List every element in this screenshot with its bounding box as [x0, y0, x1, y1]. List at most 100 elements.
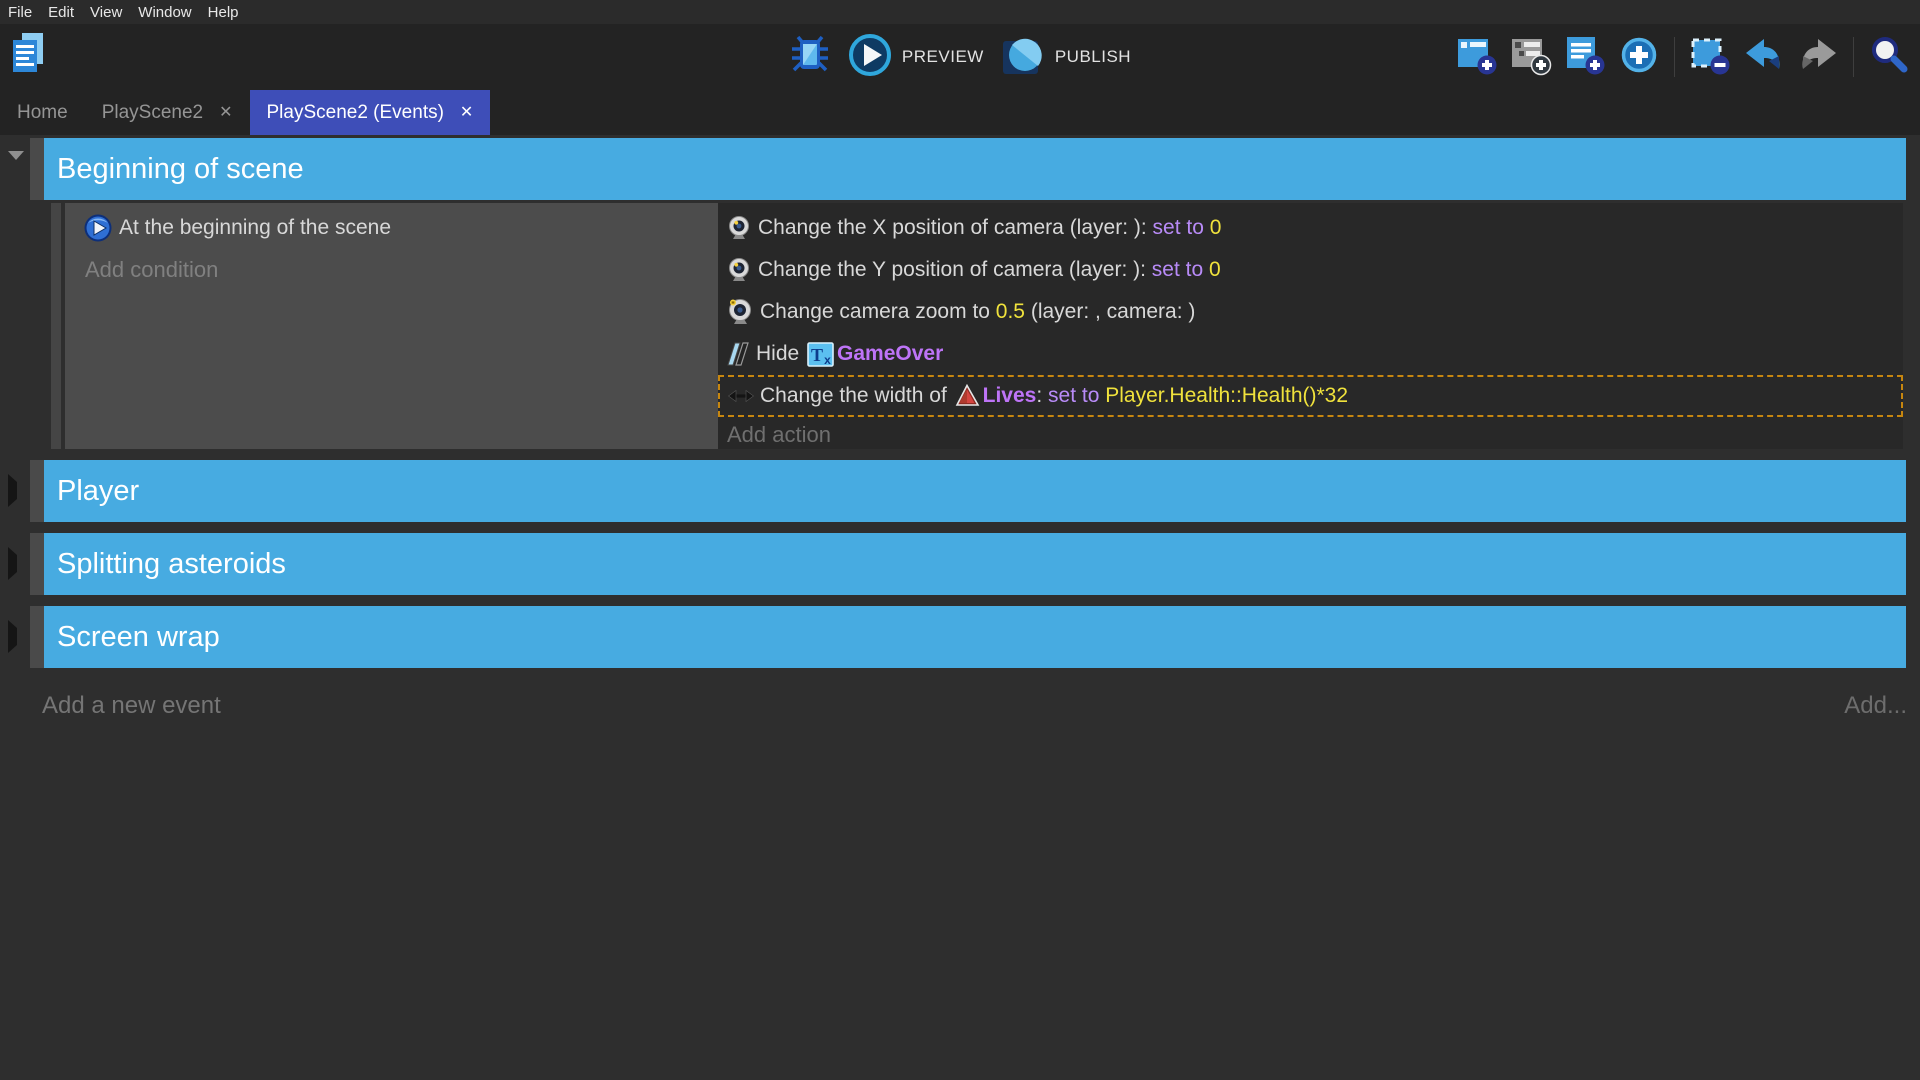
- add-condition-button[interactable]: Add condition: [65, 249, 718, 291]
- group-header-screen-wrap[interactable]: Screen wrap: [44, 606, 1906, 668]
- group-header-splitting-asteroids[interactable]: Splitting asteroids: [44, 533, 1906, 595]
- conditions-column: At the beginning of the scene Add conditi…: [65, 203, 718, 449]
- collapse-triangle: [8, 151, 24, 177]
- add-action-button[interactable]: Add action: [718, 417, 1903, 453]
- event-group-beginning-of-scene: Beginning of scene: [0, 138, 1920, 200]
- group-drag-handle[interactable]: [30, 460, 44, 522]
- event-group-splitting-asteroids: Splitting asteroids: [0, 533, 1920, 595]
- add-comment-button[interactable]: [1564, 36, 1606, 78]
- menu-item-view[interactable]: View: [90, 4, 122, 21]
- text-segment: Change the Y position of camera (layer: …: [758, 258, 1152, 282]
- width-icon: [728, 383, 754, 409]
- undo-icon: [1742, 34, 1786, 81]
- text-segment: Lives: [983, 384, 1037, 408]
- add-new-event-button[interactable]: Add a new event: [42, 692, 221, 720]
- tab-playscene2[interactable]: PlayScene2 ✕: [85, 90, 250, 135]
- action-row[interactable]: Change the X position of camera (layer: …: [718, 207, 1903, 249]
- group-title: Splitting asteroids: [57, 548, 286, 581]
- text-segment: Change camera zoom to: [760, 300, 996, 324]
- text-segment: set to: [1048, 384, 1099, 408]
- svg-text:x: x: [824, 353, 831, 367]
- text-segment: 0: [1203, 258, 1221, 282]
- group-drag-handle[interactable]: [30, 533, 44, 595]
- search-icon: [1868, 34, 1910, 81]
- menu-item-edit[interactable]: Edit: [48, 4, 74, 21]
- chevron-right-icon[interactable]: [8, 628, 17, 646]
- toolbar-separator: [1853, 37, 1854, 77]
- add-event-row: Add a new event Add...: [0, 686, 1920, 726]
- group-header-beginning-of-scene[interactable]: Beginning of scene: [44, 138, 1906, 200]
- delete-selection-button[interactable]: [1689, 36, 1731, 78]
- menu-item-file[interactable]: File: [8, 4, 32, 21]
- debugger-icon: [788, 32, 832, 83]
- redo-icon: [1796, 34, 1840, 81]
- chevron-right-icon[interactable]: [8, 482, 17, 500]
- tab-playscene2-events-[interactable]: PlayScene2 (Events) ✕: [250, 90, 491, 135]
- search-button[interactable]: [1868, 36, 1910, 78]
- tab-close-icon[interactable]: ✕: [460, 105, 473, 121]
- events-toolbar: [1456, 24, 1910, 90]
- text-segment: :: [1036, 384, 1048, 408]
- add-sub-event-icon: [1510, 34, 1552, 81]
- debugger-button[interactable]: [789, 36, 831, 78]
- add-event-icon: [1456, 34, 1498, 81]
- undo-button[interactable]: [1743, 36, 1785, 78]
- chevron-down-icon[interactable]: [8, 160, 24, 178]
- tab-label: Home: [17, 102, 68, 124]
- group-drag-handle[interactable]: [30, 606, 44, 668]
- group-header-player[interactable]: Player: [44, 460, 1906, 522]
- condition-row[interactable]: At the beginning of the scene: [65, 207, 718, 249]
- publish-button[interactable]: PUBLISH: [1000, 32, 1131, 83]
- choose-add-event-icon: [1618, 34, 1660, 81]
- text-segment: At the beginning of the scene: [119, 216, 391, 240]
- group-drag-handle[interactable]: [30, 138, 44, 200]
- menu-bar: File Edit View Window Help: [0, 0, 1920, 24]
- scene-begin-icon: [83, 213, 113, 243]
- tab-label: PlayScene2 (Events): [267, 102, 444, 124]
- text-segment: 0: [1204, 216, 1222, 240]
- action-row[interactable]: Change camera zoom to 0.5 (layer: , came…: [718, 291, 1903, 333]
- menu-item-help[interactable]: Help: [208, 4, 239, 21]
- text-segment: set to: [1152, 258, 1203, 282]
- group-title: Player: [57, 475, 139, 508]
- redo-button[interactable]: [1797, 36, 1839, 78]
- actions-column: Change the X position of camera (layer: …: [718, 203, 1903, 449]
- event-body: At the beginning of the scene Add conditi…: [0, 203, 1920, 449]
- text-object-icon: Tx: [807, 342, 834, 367]
- collapse-triangle: [8, 620, 17, 653]
- toolbar-separator: [1674, 37, 1675, 77]
- event-group-player: Player: [0, 460, 1920, 522]
- text-segment: Change the width of: [760, 384, 953, 408]
- menu-item-window[interactable]: Window: [138, 4, 191, 21]
- group-title: Screen wrap: [57, 621, 220, 654]
- lives-object-icon: [955, 384, 980, 409]
- add-sub-event-button[interactable]: [1510, 36, 1552, 78]
- chevron-right-icon[interactable]: [8, 555, 17, 573]
- camera-icon: [726, 257, 752, 283]
- hide-icon: [726, 340, 750, 368]
- collapse-triangle: [8, 547, 17, 580]
- text-segment: (layer: , camera: ): [1025, 300, 1195, 324]
- event-drag-handle[interactable]: [51, 203, 61, 449]
- tab-close-icon[interactable]: ✕: [219, 105, 232, 121]
- events-sheet: Beginning of scene At the beginning of th…: [0, 135, 1920, 1080]
- add-event-button[interactable]: [1456, 36, 1498, 78]
- preview-label: PREVIEW: [902, 47, 984, 67]
- text-segment: GameOver: [837, 342, 943, 366]
- preview-button[interactable]: PREVIEW: [847, 32, 984, 83]
- delete-selection-icon: [1689, 34, 1731, 81]
- choose-add-event-button[interactable]: [1618, 36, 1660, 78]
- tab-home[interactable]: Home: [0, 90, 85, 135]
- action-row[interactable]: Change the Y position of camera (layer: …: [718, 249, 1903, 291]
- group-title: Beginning of scene: [57, 153, 304, 186]
- tab-bar: Home PlayScene2 ✕ PlayScene2 (Events) ✕: [0, 90, 1920, 135]
- add-comment-icon: [1564, 34, 1606, 81]
- add-more-button[interactable]: Add...: [1844, 692, 1907, 720]
- action-row[interactable]: Hide TxGameOver: [718, 333, 1903, 375]
- text-segment: Hide: [756, 342, 805, 366]
- action-row-selected[interactable]: Change the width of Lives: set to Player…: [718, 375, 1903, 417]
- tab-label: PlayScene2: [102, 102, 203, 124]
- preview-play-icon: [847, 32, 893, 83]
- text-segment: set to: [1153, 216, 1204, 240]
- publish-globe-icon: [1000, 32, 1046, 83]
